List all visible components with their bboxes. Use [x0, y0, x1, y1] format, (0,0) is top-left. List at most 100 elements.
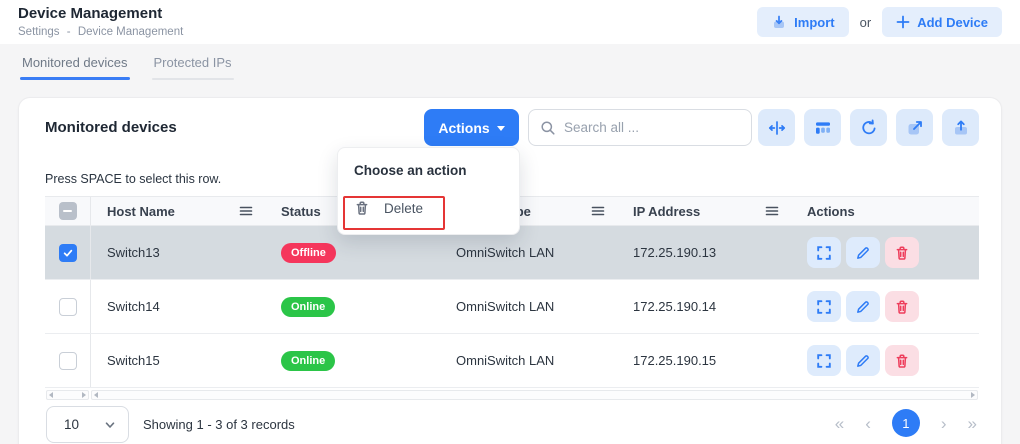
ip-address-cell: 172.25.190.15: [617, 353, 791, 368]
tab-bar: Monitored devices Protected IPs: [20, 55, 234, 80]
fullscreen-icon: [816, 245, 832, 261]
search-box[interactable]: [528, 109, 752, 146]
refresh-icon: [860, 119, 878, 137]
pagination: « ‹ 1 › »: [835, 409, 977, 437]
row-checkbox[interactable]: [59, 352, 77, 370]
export-button[interactable]: [942, 109, 979, 146]
select-all-cell: [45, 197, 91, 225]
status-cell: Offline: [265, 243, 440, 263]
menu-item-delete[interactable]: Delete: [338, 193, 519, 223]
page-size-select[interactable]: 10: [46, 406, 129, 443]
status-badge: Offline: [281, 243, 336, 263]
delete-button[interactable]: [885, 291, 919, 322]
page-title: Device Management: [18, 5, 162, 22]
select-all-checkbox[interactable]: [59, 202, 77, 220]
add-device-button[interactable]: Add Device: [882, 7, 1002, 37]
current-page-button[interactable]: 1: [892, 409, 920, 437]
search-input[interactable]: [564, 120, 740, 135]
column-menu-icon[interactable]: [591, 204, 605, 218]
tab-monitored-devices[interactable]: Monitored devices: [20, 55, 130, 80]
caret-down-icon: [497, 126, 505, 131]
ip-address-cell: 172.25.190.14: [617, 299, 791, 314]
breadcrumb-current: Device Management: [78, 26, 183, 38]
scroll-right-icon[interactable]: [82, 392, 86, 398]
or-label: or: [860, 15, 872, 30]
next-page-button[interactable]: ›: [941, 415, 947, 432]
table-body: Switch13 Offline OmniSwitch LAN 172.25.1…: [45, 226, 979, 388]
refresh-button[interactable]: [850, 109, 887, 146]
fullscreen-button[interactable]: [807, 345, 841, 376]
table-toolbar: [758, 109, 979, 146]
chevron-down-icon: [104, 419, 116, 431]
row-select-hint: Press SPACE to select this row.: [45, 172, 221, 186]
fullscreen-button[interactable]: [807, 237, 841, 268]
records-summary: Showing 1 - 3 of 3 records: [143, 417, 295, 432]
table-row[interactable]: Switch14 Online OmniSwitch LAN 172.25.19…: [45, 280, 979, 334]
columns-icon: [814, 119, 832, 137]
breadcrumb-separator: -: [67, 26, 71, 38]
row-checkbox[interactable]: [59, 244, 77, 262]
delete-button[interactable]: [885, 345, 919, 376]
host-name-cell: Switch15: [91, 353, 265, 368]
row-actions-cell: [791, 345, 979, 376]
trash-icon: [894, 353, 910, 369]
scroll-left-icon[interactable]: [94, 392, 98, 398]
last-page-button[interactable]: »: [968, 415, 977, 432]
topbar-actions: Import or Add Device: [757, 7, 1002, 37]
first-page-button[interactable]: «: [835, 415, 844, 432]
edit-icon: [855, 299, 871, 315]
previous-page-button[interactable]: ‹: [865, 415, 871, 432]
row-select-cell: [45, 334, 91, 387]
column-menu-icon[interactable]: [239, 204, 253, 218]
open-external-icon: [906, 119, 924, 137]
import-button[interactable]: Import: [757, 7, 848, 37]
breadcrumb: Settings - Device Management: [18, 26, 187, 38]
edit-button[interactable]: [846, 345, 880, 376]
row-checkbox[interactable]: [59, 298, 77, 316]
top-bar: Device Management Settings - Device Mana…: [0, 0, 1020, 44]
column-header-actions: Actions: [791, 204, 979, 219]
device-type-cell: OmniSwitch LAN: [440, 353, 617, 368]
row-actions-cell: [791, 291, 979, 322]
edit-button[interactable]: [846, 237, 880, 268]
scroll-left-icon[interactable]: [49, 392, 53, 398]
status-cell: Online: [265, 297, 440, 317]
trash-icon: [894, 245, 910, 261]
actions-dropdown-menu: Choose an action Delete: [337, 147, 520, 235]
fit-columns-button[interactable]: [758, 109, 795, 146]
table-horizontal-scrollbar[interactable]: [91, 390, 978, 400]
edit-icon: [855, 353, 871, 369]
edit-icon: [855, 245, 871, 261]
download-icon: [771, 14, 787, 30]
status-badge: Online: [281, 351, 335, 371]
panel-heading: Monitored devices: [45, 119, 177, 136]
search-icon: [540, 120, 556, 136]
edit-button[interactable]: [846, 291, 880, 322]
open-external-button[interactable]: [896, 109, 933, 146]
host-name-cell: Switch14: [91, 299, 265, 314]
column-header-host-name[interactable]: Host Name: [91, 197, 265, 225]
column-header-ip-address[interactable]: IP Address: [617, 197, 791, 225]
tab-protected-ips[interactable]: Protected IPs: [152, 55, 234, 80]
plus-icon: [896, 15, 910, 29]
breadcrumb-parent[interactable]: Settings: [18, 26, 60, 38]
row-select-cell: [45, 280, 91, 333]
frozen-column-scrollbar[interactable]: [46, 390, 89, 400]
columns-button[interactable]: [804, 109, 841, 146]
actions-dropdown-button[interactable]: Actions: [424, 109, 519, 146]
fullscreen-button[interactable]: [807, 291, 841, 322]
row-select-cell: [45, 226, 91, 279]
dropdown-header: Choose an action: [338, 148, 519, 178]
fullscreen-icon: [816, 353, 832, 369]
delete-button[interactable]: [885, 237, 919, 268]
fit-columns-icon: [768, 119, 786, 137]
status-cell: Online: [265, 351, 440, 371]
row-actions-cell: [791, 237, 979, 268]
device-type-cell: OmniSwitch LAN: [440, 299, 617, 314]
trash-icon: [894, 299, 910, 315]
host-name-cell: Switch13: [91, 245, 265, 260]
fullscreen-icon: [816, 299, 832, 315]
table-row[interactable]: Switch15 Online OmniSwitch LAN 172.25.19…: [45, 334, 979, 388]
scroll-right-icon[interactable]: [971, 392, 975, 398]
column-menu-icon[interactable]: [765, 204, 779, 218]
